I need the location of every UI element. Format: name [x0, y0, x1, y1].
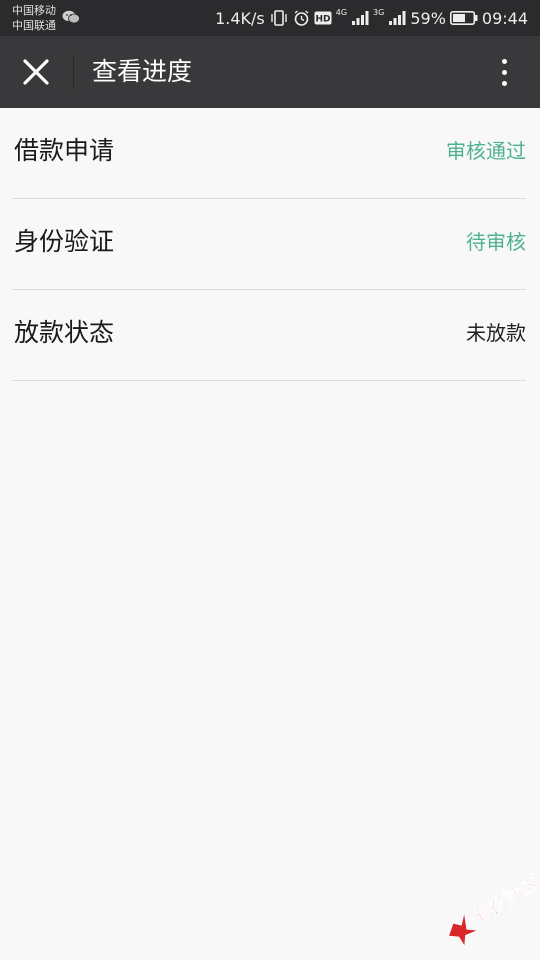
- more-vertical-icon: [501, 80, 507, 86]
- signal-icon: [389, 11, 406, 25]
- battery-icon: [449, 11, 478, 25]
- wechat-icon: [62, 10, 80, 24]
- more-vertical-icon: [501, 58, 507, 64]
- carrier-2: 中国联通: [12, 19, 56, 32]
- page-title: 查看进度: [92, 57, 193, 86]
- list-item-label: 借款申请: [14, 136, 115, 165]
- close-button[interactable]: [14, 50, 58, 94]
- carrier-1: 中国移动: [12, 4, 56, 17]
- watermark-text: 卡农社区: [466, 870, 536, 930]
- status-badge: 未放款: [466, 321, 526, 345]
- battery-percent: 59%: [410, 8, 446, 28]
- list-item-disbursement-status[interactable]: 放款状态 未放款: [12, 290, 526, 381]
- vibrate-icon: [271, 10, 287, 26]
- signal-1-label: 4G: [335, 8, 348, 17]
- network-speed: 1.4K/s: [215, 8, 265, 28]
- watermark-logo: 卡农社区: [449, 870, 536, 946]
- title-divider: [73, 54, 74, 90]
- status-bar: 中国移动 中国联通 1.4K/s HD 4G 3G 59% 09:44: [0, 0, 540, 36]
- hd-icon: HD: [314, 11, 332, 25]
- carrier-info: 中国移动 中国联通: [12, 3, 56, 33]
- signal-icon: [352, 11, 369, 25]
- more-menu-button[interactable]: [486, 50, 522, 94]
- clock: 09:44: [481, 8, 528, 28]
- progress-list: 借款申请 审核通过 身份验证 待审核 放款状态 未放款: [0, 108, 540, 381]
- list-item-label: 放款状态: [14, 318, 115, 347]
- svg-text:HD: HD: [315, 15, 330, 25]
- list-item-identity-verification[interactable]: 身份验证 待审核: [12, 199, 526, 290]
- close-icon: [23, 59, 49, 85]
- status-badge: 待审核: [466, 230, 526, 254]
- more-vertical-icon: [501, 69, 507, 75]
- status-badge: 审核通过: [446, 139, 526, 163]
- list-item-loan-application[interactable]: 借款申请 审核通过: [12, 108, 526, 199]
- signal-2-label: 3G: [373, 8, 385, 17]
- title-bar: 查看进度: [0, 36, 540, 108]
- list-item-label: 身份验证: [14, 227, 115, 256]
- alarm-icon: [294, 9, 309, 26]
- status-right: 1.4K/s HD 4G 3G 59% 09:44: [215, 0, 528, 36]
